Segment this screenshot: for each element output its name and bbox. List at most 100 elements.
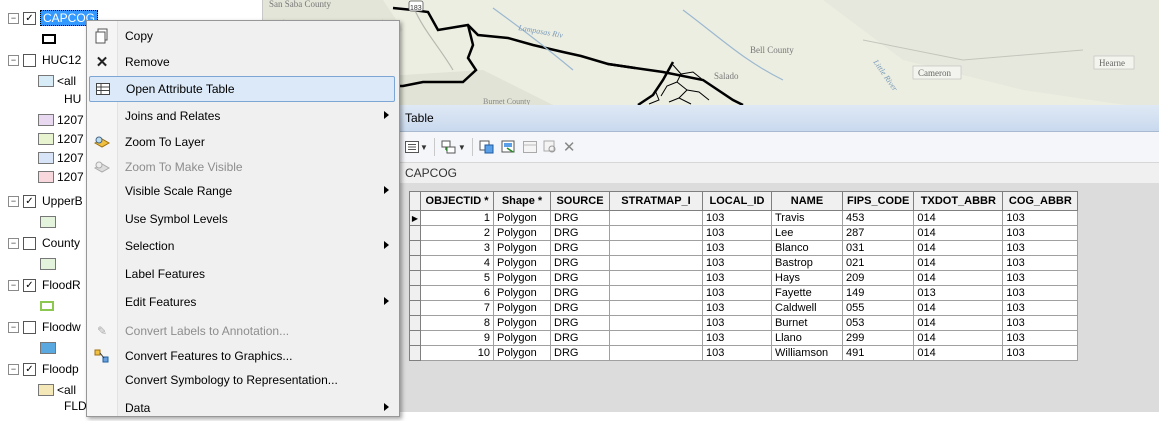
table-cell[interactable]: Travis (771, 210, 843, 226)
table-cell[interactable]: 103 (1002, 255, 1079, 271)
column-header[interactable]: LOCAL_ID (702, 191, 772, 211)
table-cell[interactable]: Polygon (493, 315, 551, 331)
table-cell[interactable]: DRG (550, 210, 610, 226)
column-header[interactable]: OBJECTID * (420, 191, 494, 211)
table-cell[interactable]: 103 (702, 285, 772, 301)
table-cell[interactable]: 10 (420, 345, 494, 361)
table-cell[interactable]: 103 (1002, 270, 1079, 286)
menu-item-use-symbol-levels[interactable]: Use Symbol Levels (89, 206, 395, 232)
layer-name[interactable]: UpperB (40, 194, 85, 208)
row-selector[interactable]: ▶ (409, 210, 421, 226)
table-row[interactable]: 4 Polygon DRG 103 Bastrop 021 014 103 (409, 255, 1079, 271)
table-cell[interactable]: 103 (702, 345, 772, 361)
table-cell[interactable]: 014 (913, 315, 1004, 331)
layer-name[interactable]: HUC12 (40, 53, 83, 67)
table-cell[interactable]: DRG (550, 300, 610, 316)
collapse-icon[interactable]: − (8, 237, 19, 249)
column-header[interactable]: TXDOT_ABBR (913, 191, 1004, 211)
table-cell[interactable]: 014 (913, 345, 1004, 361)
table-cell[interactable]: Caldwell (771, 300, 843, 316)
table-cell[interactable]: 1 (420, 210, 494, 226)
table-cell[interactable]: 014 (913, 225, 1004, 241)
table-cell[interactable]: 103 (1002, 210, 1079, 226)
table-cell[interactable]: 6 (420, 285, 494, 301)
table-cell[interactable]: 014 (913, 255, 1004, 271)
table-cell[interactable] (609, 225, 703, 241)
table-cell[interactable]: 149 (841, 285, 915, 301)
layer-visibility-checkbox[interactable] (23, 320, 36, 334)
table-cell[interactable]: DRG (550, 240, 610, 256)
menu-item-zoom-to-layer[interactable]: Zoom To Layer (89, 129, 395, 155)
select-by-attributes-button[interactable] (479, 138, 495, 156)
menu-item-joins-and-relates[interactable]: Joins and Relates (89, 103, 395, 129)
collapse-icon[interactable]: − (8, 321, 19, 333)
layer-name[interactable]: FloodR (40, 278, 83, 292)
table-cell[interactable]: 8 (420, 315, 494, 331)
column-header[interactable]: FIPS_CODE (841, 191, 915, 211)
table-cell[interactable]: 103 (1002, 315, 1079, 331)
layer-visibility-checkbox[interactable] (23, 236, 36, 250)
column-header[interactable]: NAME (771, 191, 843, 211)
table-row[interactable]: 2 Polygon DRG 103 Lee 287 014 103 (409, 225, 1079, 241)
menu-item-convert-features-to-graphics[interactable]: Convert Features to Graphics... (89, 343, 395, 369)
collapse-icon[interactable]: − (8, 279, 19, 291)
table-cell[interactable]: 2 (420, 225, 494, 241)
table-cell[interactable]: 014 (913, 330, 1004, 346)
table-cell[interactable]: 014 (913, 240, 1004, 256)
table-cell[interactable]: 021 (841, 255, 915, 271)
table-cell[interactable]: Lee (771, 225, 843, 241)
table-row[interactable]: 10 Polygon DRG 103 Williamson 491 014 103 (409, 345, 1079, 361)
table-cell[interactable] (609, 330, 703, 346)
table-cell[interactable]: DRG (550, 270, 610, 286)
table-cell[interactable]: DRG (550, 285, 610, 301)
table-cell[interactable]: 7 (420, 300, 494, 316)
table-cell[interactable]: 013 (913, 285, 1004, 301)
menu-item-remove[interactable]: ✕ Remove (89, 49, 395, 75)
layer-visibility-checkbox[interactable] (23, 53, 36, 67)
menu-item-edit-features[interactable]: Edit Features (89, 289, 395, 315)
table-cell[interactable]: 103 (702, 330, 772, 346)
row-selector[interactable] (409, 330, 421, 346)
table-cell[interactable]: 299 (841, 330, 915, 346)
toc-layer-upperb[interactable]: − ✓ UpperB (8, 192, 85, 210)
collapse-icon[interactable]: − (8, 54, 19, 66)
table-cell[interactable]: DRG (550, 255, 610, 271)
table-cell[interactable] (609, 240, 703, 256)
table-cell[interactable]: 103 (702, 315, 772, 331)
layer-name[interactable]: Floodp (40, 362, 81, 376)
table-cell[interactable]: 103 (702, 240, 772, 256)
collapse-icon[interactable]: − (8, 195, 19, 207)
menu-item-label-features[interactable]: Label Features (89, 261, 395, 287)
menu-item-visible-scale-range[interactable]: Visible Scale Range (89, 178, 395, 204)
table-cell[interactable]: Polygon (493, 210, 551, 226)
table-cell[interactable]: 491 (841, 345, 915, 361)
related-tables-button[interactable]: ▼ (441, 138, 466, 156)
menu-item-copy[interactable]: Copy (89, 23, 395, 49)
table-cell[interactable]: 014 (913, 300, 1004, 316)
clear-selection-button[interactable] (522, 138, 537, 156)
layer-visibility-checkbox[interactable]: ✓ (23, 278, 36, 292)
layer-visibility-checkbox[interactable]: ✓ (23, 194, 36, 208)
table-cell[interactable]: Williamson (771, 345, 843, 361)
table-window-titlebar[interactable]: Table (399, 105, 1159, 132)
row-selector[interactable] (409, 255, 421, 271)
row-selector[interactable] (409, 270, 421, 286)
column-header[interactable]: Shape * (493, 191, 551, 211)
row-selector[interactable] (409, 225, 421, 241)
table-cell[interactable] (609, 255, 703, 271)
table-cell[interactable]: 3 (420, 240, 494, 256)
switch-selection-button[interactable] (501, 138, 517, 156)
toc-layer-floodr[interactable]: − ✓ FloodR (8, 276, 83, 294)
table-cell[interactable]: 055 (841, 300, 915, 316)
table-cell[interactable]: Polygon (493, 225, 551, 241)
collapse-icon[interactable]: − (8, 12, 19, 24)
table-cell[interactable]: 209 (841, 270, 915, 286)
table-cell[interactable]: 014 (913, 210, 1004, 226)
table-cell[interactable] (609, 270, 703, 286)
table-cell[interactable]: Blanco (771, 240, 843, 256)
table-cell[interactable]: 103 (702, 255, 772, 271)
column-header[interactable]: COG_ABBR (1002, 191, 1079, 211)
table-cell[interactable] (609, 210, 703, 226)
toc-layer-floodp[interactable]: − ✓ Floodp (8, 360, 81, 378)
table-cell[interactable]: Llano (771, 330, 843, 346)
